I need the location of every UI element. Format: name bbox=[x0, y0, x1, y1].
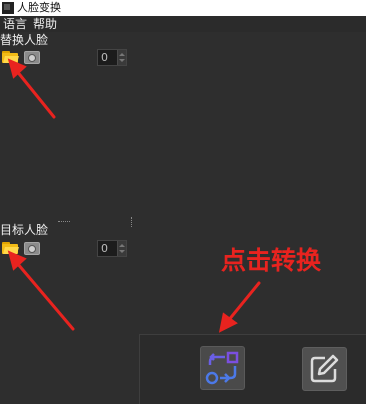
annotation-text: 点击转换 bbox=[221, 246, 322, 275]
arrow-head bbox=[7, 58, 27, 79]
source-spinbox[interactable]: 0 bbox=[97, 49, 127, 66]
menu-bar: 语言 帮助 bbox=[0, 16, 366, 32]
target-camera-button[interactable] bbox=[24, 242, 40, 255]
camera-icon bbox=[28, 54, 36, 62]
arrow-line bbox=[14, 68, 56, 119]
source-camera-button[interactable] bbox=[24, 51, 40, 64]
arrow-line bbox=[15, 261, 75, 331]
app-icon bbox=[2, 2, 14, 14]
folder-icon bbox=[3, 56, 19, 63]
camera-icon bbox=[28, 245, 36, 253]
splitter-handle-vertical[interactable] bbox=[131, 217, 132, 227]
target-spinbox[interactable]: 0 bbox=[97, 240, 127, 257]
target-spin-value: 0 bbox=[101, 242, 108, 255]
source-open-folder-button[interactable] bbox=[2, 51, 19, 63]
swap-face-button[interactable] bbox=[200, 346, 245, 390]
menu-help[interactable]: 帮助 bbox=[33, 16, 57, 32]
source-face-label: 替换人脸 bbox=[0, 33, 49, 47]
edit-icon bbox=[310, 354, 339, 383]
arrow-head bbox=[218, 312, 238, 333]
target-face-label: 目标人脸 bbox=[0, 223, 49, 237]
window-title: 人脸变换 bbox=[17, 1, 61, 14]
menu-language[interactable]: 语言 bbox=[3, 16, 27, 32]
folder-icon bbox=[3, 247, 19, 254]
arrow-head bbox=[7, 250, 27, 271]
target-open-folder-button[interactable] bbox=[2, 242, 19, 254]
arrow-line bbox=[226, 281, 261, 323]
spin-down-icon[interactable] bbox=[119, 59, 125, 62]
swap-arrows-icon bbox=[205, 351, 239, 385]
splitter-handle[interactable] bbox=[58, 221, 70, 222]
title-bar: 人脸变换 bbox=[0, 0, 366, 16]
source-spin-value: 0 bbox=[101, 51, 108, 64]
spin-up-icon[interactable] bbox=[119, 53, 125, 56]
edit-button[interactable] bbox=[302, 347, 347, 391]
spin-up-icon[interactable] bbox=[119, 244, 125, 247]
spin-down-icon[interactable] bbox=[119, 250, 125, 253]
